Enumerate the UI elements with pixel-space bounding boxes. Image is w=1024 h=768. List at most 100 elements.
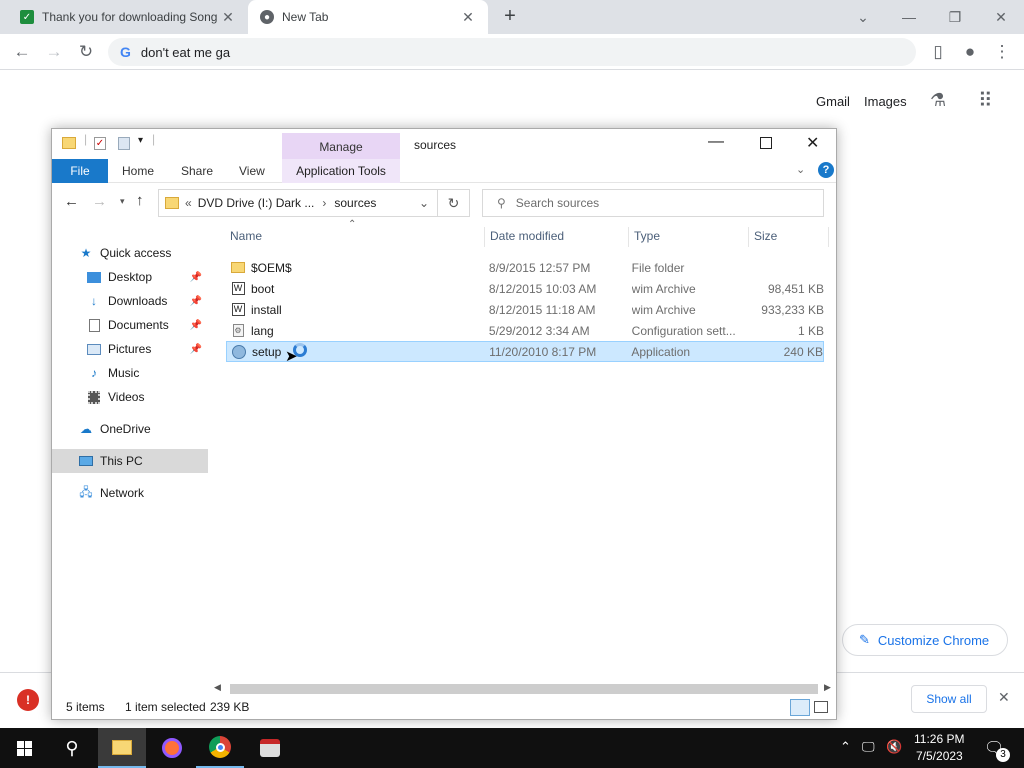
nav-quick-access[interactable]: ★ Quick access [78, 241, 208, 265]
reload-icon[interactable]: ↻ [74, 40, 98, 64]
column-divider[interactable] [484, 227, 485, 247]
nav-downloads[interactable]: ↓ Downloads 📌 [86, 289, 208, 313]
qat-dropdown-icon[interactable]: ▾ [138, 135, 143, 146]
nav-music[interactable]: ♪ Music [86, 361, 208, 385]
horizontal-scrollbar[interactable]: ◀ ▶ [214, 681, 834, 697]
refresh-button[interactable]: ↻ [438, 189, 470, 217]
minimize-button[interactable]: — [886, 0, 932, 34]
manage-tab[interactable]: Manage [282, 133, 400, 161]
close-window-button[interactable]: ✕ [806, 133, 819, 153]
apps-grid-icon[interactable]: ⠿ [978, 88, 993, 113]
nav-network[interactable]: 🖧 Network [78, 481, 208, 505]
show-hidden-icons-icon[interactable]: ⌃ [840, 739, 851, 755]
desktop-icon [86, 270, 102, 284]
close-tab-icon[interactable]: ✕ [220, 9, 236, 26]
address-dropdown-icon[interactable]: ⌄ [419, 196, 429, 210]
minimize-button[interactable]: — [708, 133, 724, 151]
side-panel-icon[interactable]: ▯ [926, 40, 950, 64]
profile-avatar-icon[interactable]: ● [958, 40, 982, 64]
file-row[interactable]: ⚙ lang 5/29/2012 3:34 AM Configuration s… [226, 320, 824, 341]
column-header-type[interactable]: Type [634, 229, 660, 249]
chrome-icon [209, 736, 231, 758]
tab-home[interactable]: Home [122, 159, 154, 183]
restore-button[interactable]: ❐ [932, 0, 978, 34]
tab-application-tools[interactable]: Application Tools [282, 159, 400, 183]
forward-icon[interactable]: → [92, 193, 107, 210]
breadcrumb-chevron-icon[interactable]: › [322, 196, 326, 210]
search-input[interactable]: ⚲ Search sources [482, 189, 824, 217]
nav-videos[interactable]: Videos [86, 385, 208, 409]
new-tab-button[interactable]: + [498, 5, 522, 29]
file-row[interactable]: W boot 8/12/2015 10:03 AM wim Archive 98… [226, 278, 824, 299]
taskbar-firefox[interactable] [148, 728, 196, 768]
volume-muted-icon[interactable]: 🔇 [886, 739, 902, 755]
file-row[interactable]: $OEM$ 8/9/2015 12:57 PM File folder [226, 257, 824, 278]
close-window-button[interactable]: ✕ [978, 0, 1024, 34]
browser-tab-1[interactable]: ✓ Thank you for downloading Song ✕ [8, 0, 248, 34]
address-bar[interactable]: G don't eat me ga [108, 38, 916, 66]
recent-locations-icon[interactable]: ▾ [120, 196, 125, 207]
show-all-button[interactable]: Show all [911, 685, 987, 713]
qat-divider: | [152, 132, 156, 146]
forward-icon[interactable]: → [42, 40, 66, 64]
help-icon[interactable]: ? [818, 162, 834, 178]
menu-icon[interactable]: ⋮ [990, 40, 1014, 64]
nav-documents[interactable]: Documents 📌 [86, 313, 208, 337]
gmail-link[interactable]: Gmail [816, 94, 850, 109]
nav-onedrive[interactable]: ☁ OneDrive [78, 417, 208, 441]
breadcrumb-overflow[interactable]: « [185, 196, 192, 210]
clock-date[interactable]: 7/5/2023 [916, 749, 963, 763]
labs-flask-icon[interactable]: ⚗ [930, 90, 946, 111]
nav-desktop[interactable]: Desktop 📌 [86, 265, 208, 289]
customize-chrome-button[interactable]: ✎ Customize Chrome [842, 624, 1008, 656]
column-header-name[interactable]: Name [230, 229, 262, 249]
nav-label: Quick access [100, 246, 172, 260]
back-icon[interactable]: ← [10, 40, 34, 64]
search-button[interactable]: ⚲ [48, 728, 96, 768]
breadcrumb-drive[interactable]: DVD Drive (I:) Dark ... [198, 196, 315, 210]
tab-share[interactable]: Share [181, 159, 213, 183]
tab-title: Thank you for downloading Song [42, 10, 218, 24]
pin-icon: 📌 [189, 295, 202, 307]
tab-search-icon[interactable]: ⌄ [840, 0, 886, 34]
nav-label: Pictures [108, 342, 152, 356]
close-tab-icon[interactable]: ✕ [460, 9, 476, 26]
taskbar-file-explorer[interactable] [98, 728, 146, 768]
column-header-date[interactable]: Date modified [490, 229, 564, 249]
tab-file[interactable]: File [52, 159, 108, 183]
tab-view[interactable]: View [239, 159, 265, 183]
column-header-size[interactable]: Size [754, 229, 777, 249]
browser-tab-2[interactable]: ● New Tab ✕ [248, 0, 488, 34]
large-icons-view-icon[interactable] [814, 701, 828, 713]
images-link[interactable]: Images [864, 94, 907, 109]
scrollbar-thumb[interactable] [230, 684, 818, 694]
up-icon[interactable]: ↑ [136, 192, 144, 209]
file-row-selected[interactable]: setup 11/20/2010 8:17 PM Application 240… [226, 341, 824, 362]
breadcrumb-folder[interactable]: sources [334, 196, 376, 210]
file-name: lang [251, 323, 274, 338]
close-download-bar-icon[interactable]: ✕ [998, 689, 1010, 706]
scroll-right-icon[interactable]: ▶ [824, 682, 831, 693]
start-button[interactable] [0, 728, 48, 768]
properties-icon[interactable]: ✓ [94, 137, 106, 150]
new-folder-icon[interactable] [118, 137, 130, 150]
column-divider[interactable] [748, 227, 749, 247]
back-icon[interactable]: ← [64, 193, 79, 210]
details-view-icon[interactable] [790, 699, 810, 716]
network-status-icon[interactable]: 🖵 [862, 739, 875, 755]
clock-time[interactable]: 11:26 PM [914, 732, 964, 746]
taskbar-chrome[interactable] [196, 728, 244, 768]
ribbon-expand-icon[interactable]: ⌄ [796, 163, 805, 176]
scroll-left-icon[interactable]: ◀ [214, 682, 221, 693]
address-box[interactable]: « DVD Drive (I:) Dark ... › sources ⌄ [158, 189, 438, 217]
download-warning-icon[interactable]: ! [17, 689, 39, 711]
nav-pictures[interactable]: Pictures 📌 [86, 337, 208, 361]
taskbar-app[interactable] [246, 728, 294, 768]
file-type: Application [631, 344, 691, 359]
maximize-button[interactable] [760, 137, 772, 149]
nav-label: OneDrive [100, 422, 151, 436]
nav-this-pc[interactable]: This PC [52, 449, 208, 473]
file-row[interactable]: W install 8/12/2015 11:18 AM wim Archive… [226, 299, 824, 320]
column-divider[interactable] [628, 227, 629, 247]
column-divider[interactable] [828, 227, 829, 247]
